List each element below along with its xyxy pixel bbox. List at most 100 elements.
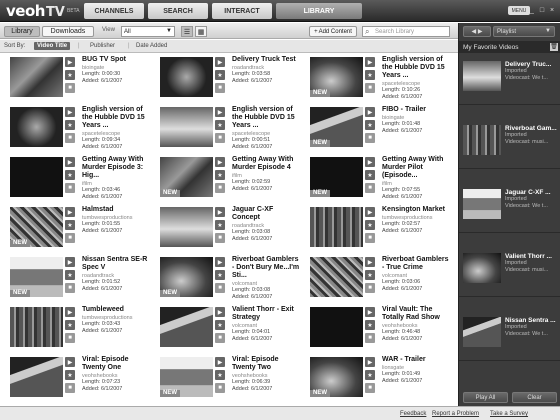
video-thumbnail[interactable] (10, 107, 63, 147)
grid-view-icon[interactable]: ▦ (195, 26, 207, 37)
favorite-thumbnail[interactable] (463, 317, 501, 347)
star-icon[interactable]: ★ (65, 220, 75, 230)
tab-interact[interactable]: INTERACT (212, 3, 272, 19)
favorite-thumbnail[interactable] (463, 253, 501, 283)
lock-icon[interactable]: ■ (65, 83, 75, 93)
star-icon[interactable]: ★ (65, 170, 75, 180)
playlist-select[interactable]: Playlist ▼ (493, 26, 555, 37)
video-title[interactable]: FIBO - Trailer (382, 106, 450, 114)
video-item[interactable]: NEW ▶ ★ ■ English version of the Hubble DVD … (300, 54, 450, 104)
video-title[interactable]: English version of the Hubble DVD 15 Yea… (232, 106, 300, 130)
play-icon[interactable]: ▶ (365, 207, 375, 217)
star-icon[interactable]: ★ (65, 270, 75, 280)
star-icon[interactable]: ★ (215, 320, 225, 330)
video-thumbnail[interactable]: NEW (160, 257, 213, 297)
star-icon[interactable]: ★ (65, 370, 75, 380)
video-thumbnail[interactable] (310, 307, 363, 347)
video-thumbnail[interactable]: NEW (160, 157, 213, 197)
tab-channels[interactable]: CHANNELS (84, 3, 144, 19)
video-title[interactable]: Getting Away With Murder Episode 4 (232, 156, 300, 172)
video-item[interactable]: ▶ ★ ■ Riverboat Gamblers - True Crime volcom… (300, 254, 450, 304)
video-item[interactable]: ▶ ★ ■ Getting Away With Murder Episode 3: H… (0, 154, 150, 204)
video-item[interactable]: ▶ ★ ■ Delivery Truck Test roadandtrack Length… (150, 54, 300, 104)
video-item[interactable]: NEW ▶ ★ ■ Viral: Episode Twenty Two veohshebo… (150, 354, 300, 404)
video-thumbnail[interactable]: NEW (310, 357, 363, 397)
video-item[interactable]: ▶ ★ ■ Kensington Market tumbwesproductions Le… (300, 204, 450, 254)
lock-icon[interactable]: ■ (365, 133, 375, 143)
video-thumbnail[interactable]: NEW (10, 257, 63, 297)
lock-icon[interactable]: ■ (65, 183, 75, 193)
video-title[interactable]: Halmstad (82, 206, 150, 214)
favorite-thumbnail[interactable] (463, 125, 501, 155)
star-icon[interactable]: ★ (365, 270, 375, 280)
video-thumbnail[interactable] (10, 307, 63, 347)
play-icon[interactable]: ▶ (65, 57, 75, 67)
video-item[interactable]: NEW ▶ ★ ■ Riverboat Gamblers - Don't Bury Me… (150, 254, 300, 304)
video-item[interactable]: NEW ▶ ★ ■ Nissan Sentra SE-R Spec Vroadandtr… (0, 254, 150, 304)
video-thumbnail[interactable] (10, 57, 63, 97)
favorite-item[interactable]: Riverboat Gam... Imported Videocast: musi.… (459, 119, 560, 169)
lock-icon[interactable]: ■ (65, 283, 75, 293)
play-icon[interactable]: ▶ (215, 157, 225, 167)
play-icon[interactable]: ▶ (65, 357, 75, 367)
video-item[interactable]: NEW ▶ ★ ■ FIBO - Trailer bioingate Length: 0:0… (300, 104, 450, 154)
video-thumbnail[interactable]: NEW (310, 107, 363, 147)
play-icon[interactable]: ▶ (365, 107, 375, 117)
video-item[interactable]: ▶ ★ ■ English version of the Hubble DVD 15 … (0, 104, 150, 154)
veoh-logo[interactable]: veoh TV BETA (6, 2, 80, 20)
trash-icon[interactable]: 🗑 (550, 43, 558, 51)
close-icon[interactable]: × (548, 7, 556, 14)
play-all-button[interactable]: Play All (463, 392, 508, 403)
minimize-icon[interactable]: _ (528, 7, 536, 14)
video-item[interactable]: ▶ ★ ■ Viral Vault: The Totally Rad Show veoh… (300, 304, 450, 354)
lock-icon[interactable]: ■ (365, 283, 375, 293)
lock-icon[interactable]: ■ (65, 233, 75, 243)
video-title[interactable]: Getting Away With Murder Pilot (Episode.… (382, 156, 450, 180)
video-item[interactable]: ▶ ★ ■ Valient Thorr - Exit Strategy volcoman… (150, 304, 300, 354)
downloads-tab[interactable]: Downloads (42, 26, 94, 37)
video-title[interactable]: Delivery Truck Test (232, 56, 300, 64)
star-icon[interactable]: ★ (215, 270, 225, 280)
video-thumbnail[interactable] (10, 357, 63, 397)
star-icon[interactable]: ★ (365, 320, 375, 330)
video-thumbnail[interactable] (160, 107, 213, 147)
video-thumbnail[interactable] (10, 157, 63, 197)
video-title[interactable]: Nissan Sentra SE-R Spec V (82, 256, 150, 272)
favorite-thumbnail[interactable] (463, 189, 501, 219)
add-content-button[interactable]: + Add Content (309, 26, 357, 37)
play-icon[interactable]: ▶ (215, 357, 225, 367)
library-tab[interactable]: Library (4, 26, 40, 37)
video-item[interactable]: ▶ ★ ■ Jaguar C-XF Concept roadandtrack Length… (150, 204, 300, 254)
star-icon[interactable]: ★ (365, 120, 375, 130)
feedback-link[interactable]: Feedback (400, 411, 426, 417)
star-icon[interactable]: ★ (65, 70, 75, 80)
report-problem-link[interactable]: Report a Problem (432, 411, 479, 417)
video-title[interactable]: Viral: Episode Twenty One (82, 356, 150, 372)
lock-icon[interactable]: ■ (65, 333, 75, 343)
menu-button[interactable]: MENU (508, 6, 530, 15)
lock-icon[interactable]: ■ (365, 233, 375, 243)
star-icon[interactable]: ★ (215, 370, 225, 380)
star-icon[interactable]: ★ (215, 120, 225, 130)
play-icon[interactable]: ▶ (365, 157, 375, 167)
lock-icon[interactable]: ■ (215, 183, 225, 193)
video-thumbnail[interactable]: NEW (10, 207, 63, 247)
video-title[interactable]: Jaguar C-XF Concept (232, 206, 300, 222)
video-item[interactable]: NEW ▶ ★ ■ Getting Away With Murder Pilot (Ep… (300, 154, 450, 204)
star-icon[interactable]: ★ (365, 220, 375, 230)
play-icon[interactable]: ▶ (65, 307, 75, 317)
search-library-input[interactable]: ⌕ Search Library (362, 26, 450, 37)
lock-icon[interactable]: ■ (215, 333, 225, 343)
video-title[interactable]: Viral Vault: The Totally Rad Show (382, 306, 450, 322)
video-thumbnail[interactable]: NEW (160, 357, 213, 397)
video-title[interactable]: Tumbleweed (82, 306, 150, 314)
star-icon[interactable]: ★ (215, 70, 225, 80)
tab-search[interactable]: SEARCH (148, 3, 208, 19)
video-title[interactable]: BUG TV Spot (82, 56, 150, 64)
star-icon[interactable]: ★ (215, 170, 225, 180)
maximize-icon[interactable]: □ (538, 7, 546, 14)
video-item[interactable]: ▶ ★ ■ BUG TV Spot bioingate Length: 0:00:30 Ad… (0, 54, 150, 104)
play-icon[interactable]: ▶ (215, 57, 225, 67)
play-icon[interactable]: ▶ (65, 207, 75, 217)
video-title[interactable]: Viral: Episode Twenty Two (232, 356, 300, 372)
